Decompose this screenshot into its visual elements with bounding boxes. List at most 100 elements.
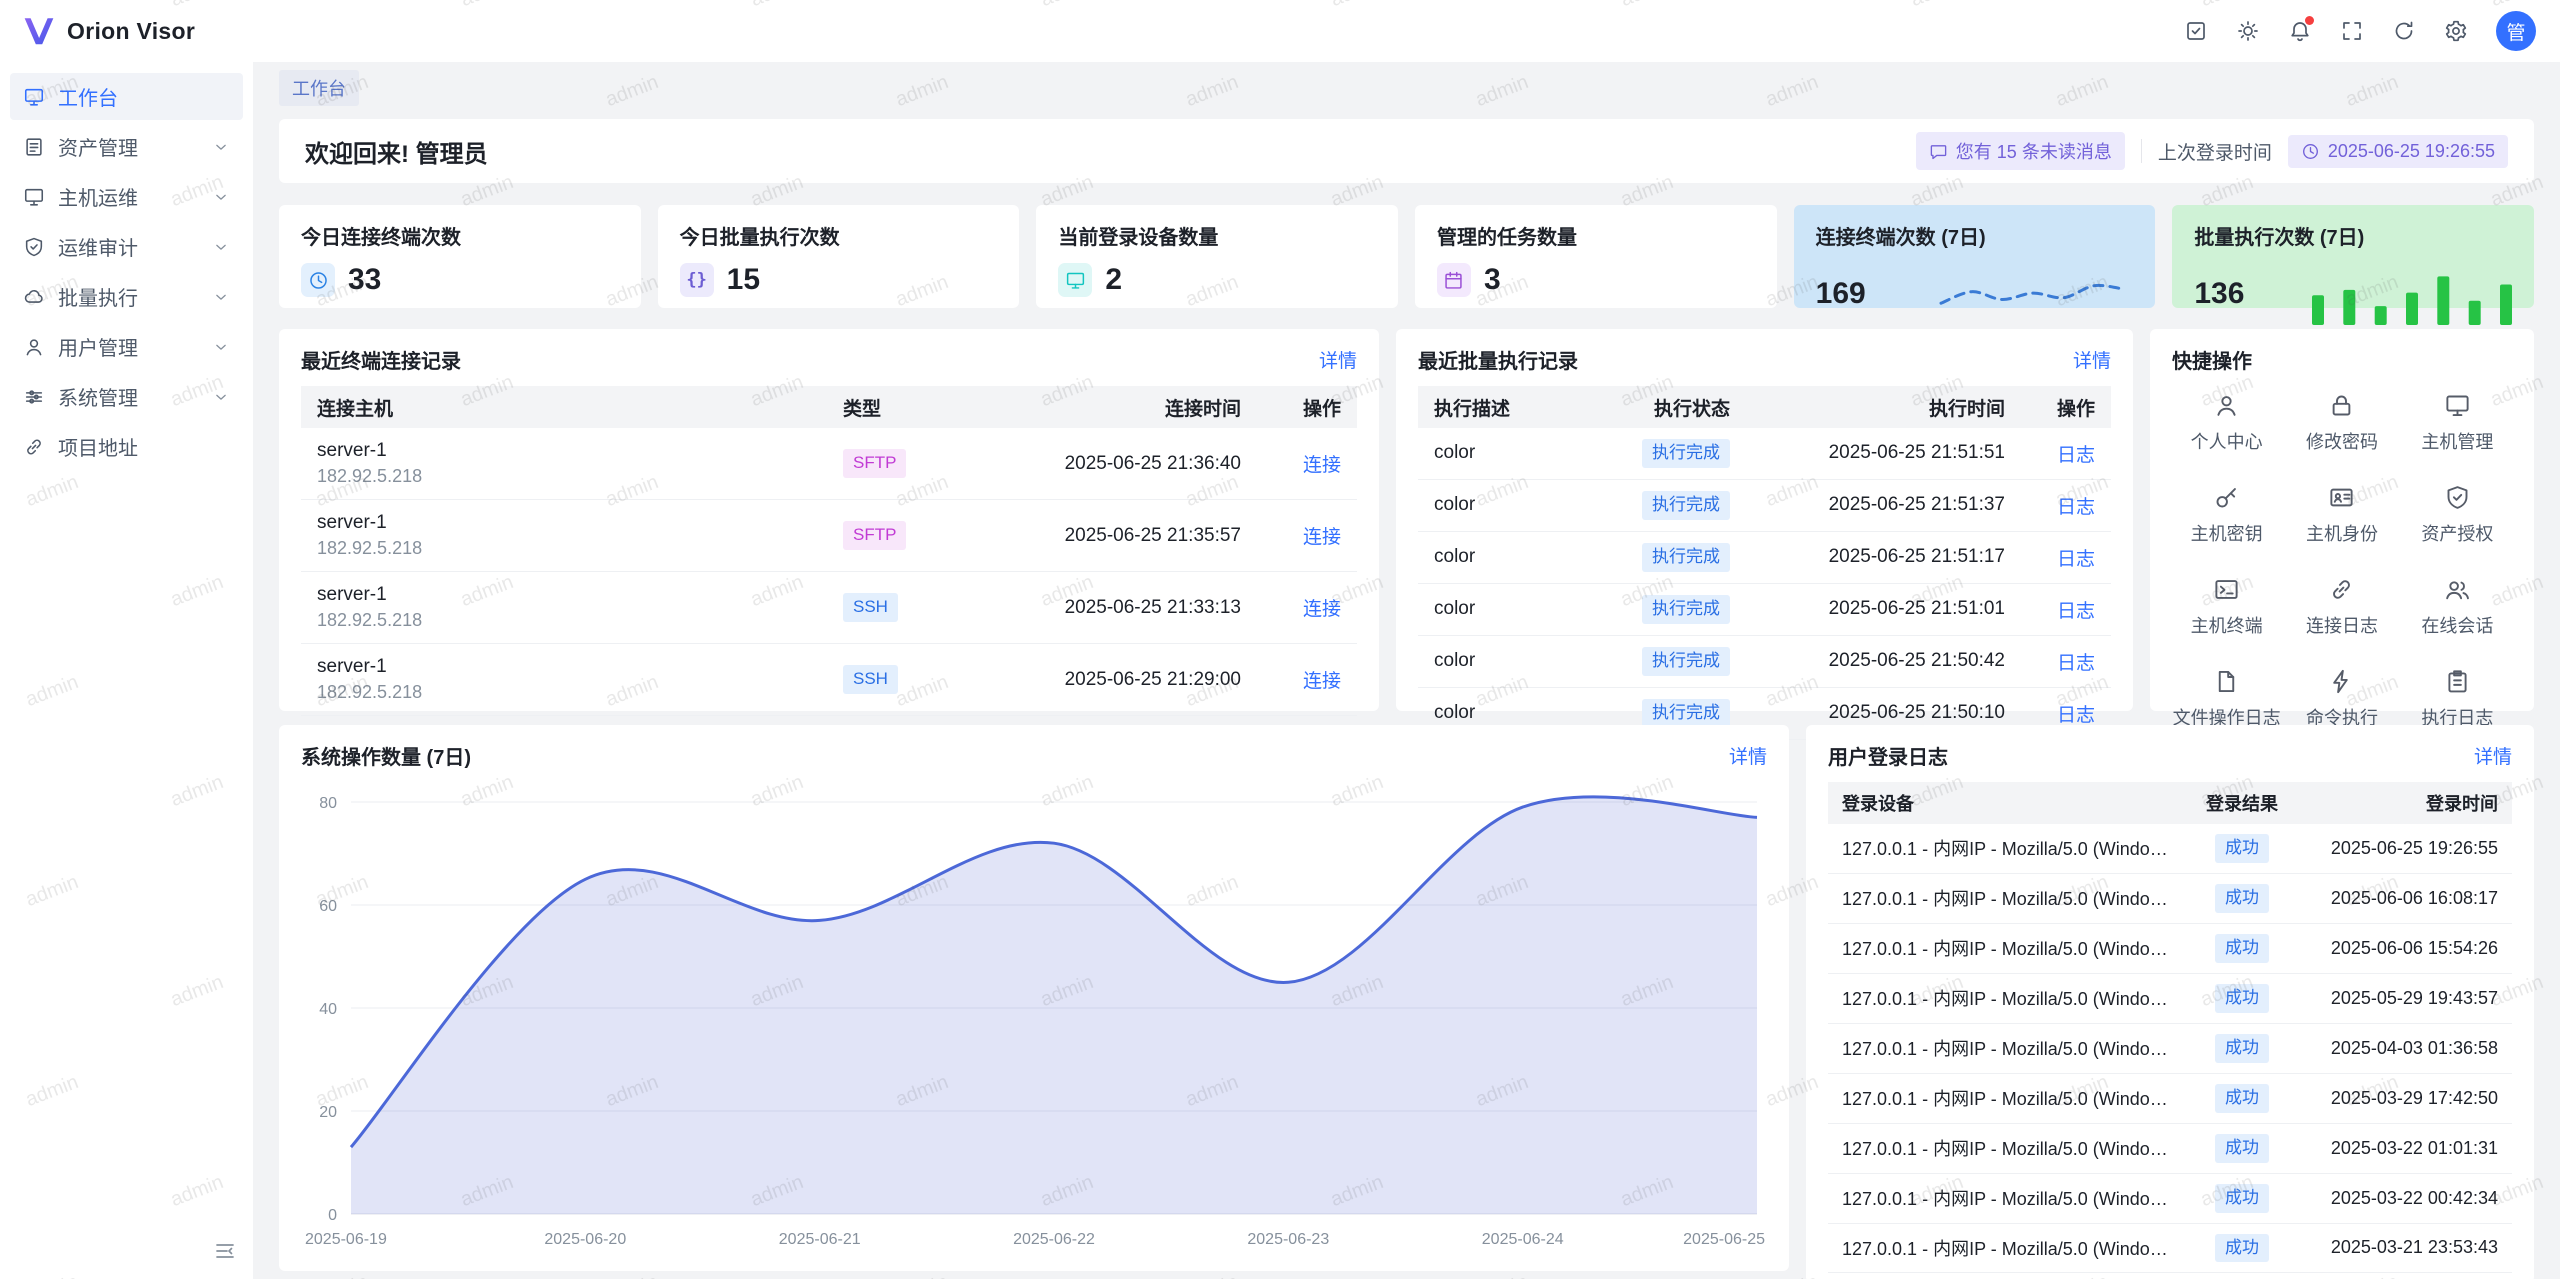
sidebar-item-user-management[interactable]: 用户管理 (10, 323, 243, 370)
svg-text:80: 80 (319, 795, 337, 812)
chevron-down-icon (212, 338, 230, 356)
quick-action-asset-authorization[interactable]: 资产授权 (2403, 484, 2512, 546)
batch-record-row: color执行完成2025-06-25 21:51:51日志 (1418, 428, 2111, 479)
refresh-button[interactable] (2382, 9, 2426, 53)
app-title: Orion Visor (67, 18, 195, 45)
host-ip: 182.92.5.218 (317, 682, 811, 703)
connect-time: 2025-06-25 21:36:40 (957, 428, 1257, 500)
stat-icon-wrap (1058, 263, 1092, 297)
sidebar-item-label: 项目地址 (58, 432, 230, 461)
login-time: 2025-06-25 19:26:55 (2297, 824, 2512, 873)
quick-action-label: 资产授权 (2421, 520, 2493, 546)
clock-icon-wrap (2301, 142, 2320, 161)
welcome-banner: 欢迎回来! 管理员 您有 15 条未读消息 上次登录时间 2025-06-25 … (279, 119, 2534, 183)
log-action-link[interactable]: 日志 (2057, 705, 2095, 726)
settings-button[interactable] (2434, 9, 2478, 53)
batch-record-row: color执行完成2025-06-25 21:51:01日志 (1418, 583, 2111, 635)
login-result-tag: 成功 (2215, 884, 2269, 913)
connect-action-link[interactable]: 连接 (1303, 527, 1341, 548)
sidebar-item-ops-audit[interactable]: 运维审计 (10, 223, 243, 270)
sidebar: 工作台资产管理主机运维运维审计批量执行用户管理系统管理项目地址 (0, 62, 253, 1279)
user-avatar[interactable]: 管 (2496, 11, 2536, 51)
sidebar-item-asset-management[interactable]: 资产管理 (10, 123, 243, 170)
terminal-records-card: 最近终端连接记录 详情 连接主机类型连接时间操作server-1182.92.5… (279, 329, 1379, 711)
sidebar-item-host-operations[interactable]: 主机运维 (10, 173, 243, 220)
svg-text:0: 0 (328, 1207, 337, 1224)
quick-action-file-operation-log[interactable]: 文件操作日志 (2172, 668, 2281, 730)
idcard-icon (2328, 484, 2355, 511)
quick-action-command-execution[interactable]: 命令执行 (2287, 668, 2396, 730)
stat-value: 33 (348, 263, 381, 297)
sidebar-item-workbench[interactable]: 工作台 (10, 73, 243, 120)
quick-action-execution-log[interactable]: 执行日志 (2403, 668, 2512, 730)
quick-action-label: 主机终端 (2191, 612, 2263, 638)
svg-text:2025-06-25: 2025-06-25 (1683, 1231, 1765, 1248)
quick-action-connection-log[interactable]: 连接日志 (2287, 576, 2396, 638)
chart-detail-link[interactable]: 详情 (1729, 742, 1767, 769)
connect-time: 2025-06-25 21:33:13 (957, 572, 1257, 644)
quick-action-host-management[interactable]: 主机管理 (2403, 392, 2512, 454)
sun-icon (2236, 19, 2260, 43)
link-icon (23, 436, 45, 458)
message-icon-wrap (1929, 142, 1948, 161)
trend-sparkbars (2312, 263, 2512, 325)
theme-toggle-button[interactable] (2174, 9, 2218, 53)
stat-card-batch-executions-7d: 批量执行次数 (7日)136 (2172, 205, 2534, 308)
notification-dot (2305, 16, 2314, 25)
login-logs-detail-link[interactable]: 详情 (2474, 742, 2512, 769)
stat-label: 批量执行次数 (7日) (2194, 221, 2512, 250)
connect-time: 2025-06-25 21:35:57 (957, 500, 1257, 572)
notifications-button[interactable] (2278, 9, 2322, 53)
sidebar-collapse-button[interactable] (209, 1235, 241, 1267)
terminal-record-row: server-1182.92.5.218SFTP2025-06-25 21:36… (301, 428, 1357, 500)
app-brand[interactable]: Orion Visor (22, 14, 195, 48)
login-device: 127.0.0.1 - 内网IP - Mozilla/5.0 (Windows … (1828, 1173, 2187, 1223)
connect-action-link[interactable]: 连接 (1303, 671, 1341, 692)
stat-card-managed-tasks: 管理的任务数量 3 (1415, 205, 1777, 308)
login-time: 2025-06-06 16:08:17 (2297, 873, 2512, 923)
quick-action-change-password[interactable]: 修改密码 (2287, 392, 2396, 454)
unread-messages-text: 您有 15 条未读消息 (1956, 138, 2112, 164)
table-header-row: 登录设备登录结果登录时间 (1828, 782, 2512, 824)
host-ip: 182.92.5.218 (317, 538, 811, 559)
batch-records-detail-link[interactable]: 详情 (2073, 346, 2111, 373)
sidebar-item-system-management[interactable]: 系统管理 (10, 373, 243, 420)
login-logs-title: 用户登录日志 (1828, 741, 1948, 770)
connect-action-link[interactable]: 连接 (1303, 599, 1341, 620)
shield-check-icon (2444, 484, 2471, 511)
terminal-records-detail-link[interactable]: 详情 (1319, 346, 1357, 373)
log-action-link[interactable]: 日志 (2057, 549, 2095, 570)
stat-value: 3 (1484, 263, 1501, 297)
quick-actions-title: 快捷操作 (2172, 345, 2252, 374)
quick-action-host-terminal[interactable]: 主机终端 (2172, 576, 2281, 638)
log-action-link[interactable]: 日志 (2057, 445, 2095, 466)
quick-action-host-key[interactable]: 主机密钥 (2172, 484, 2281, 546)
execution-description: color (1418, 479, 1561, 531)
brightness-button[interactable] (2226, 9, 2270, 53)
quick-action-online-session[interactable]: 在线会话 (2403, 576, 2512, 638)
breadcrumb-item-workbench[interactable]: 工作台 (279, 70, 359, 106)
stat-card-today-terminal-connections: 今日连接终端次数33 (279, 205, 641, 308)
execution-status-tag: 执行完成 (1642, 439, 1730, 468)
fullscreen-button[interactable] (2330, 9, 2374, 53)
unread-messages-chip[interactable]: 您有 15 条未读消息 (1916, 132, 2125, 170)
svg-text:20: 20 (319, 1104, 337, 1121)
stat-label: 管理的任务数量 (1437, 221, 1755, 250)
log-action-link[interactable]: 日志 (2057, 497, 2095, 518)
sidebar-item-label: 主机运维 (58, 182, 199, 211)
svg-text:2025-06-19: 2025-06-19 (305, 1231, 387, 1248)
sidebar-item-batch-execution[interactable]: 批量执行 (10, 273, 243, 320)
connect-action-link[interactable]: 连接 (1303, 455, 1341, 476)
log-action-link[interactable]: 日志 (2057, 653, 2095, 674)
execution-time: 2025-06-25 21:50:42 (1746, 635, 2021, 687)
header-actions: 管 (2174, 9, 2536, 53)
login-logs-table: 登录设备登录结果登录时间 127.0.0.1 - 内网IP - Mozilla/5… (1828, 782, 2512, 1273)
terminal-icon (2213, 576, 2240, 603)
quick-action-host-identity[interactable]: 主机身份 (2287, 484, 2396, 546)
log-action-link[interactable]: 日志 (2057, 601, 2095, 622)
sidebar-item-project-repo[interactable]: 项目地址 (10, 423, 243, 470)
execution-description: color (1418, 428, 1561, 479)
svg-text:60: 60 (319, 898, 337, 915)
stat-value: 2 (1105, 263, 1122, 297)
quick-action-personal-center[interactable]: 个人中心 (2172, 392, 2281, 454)
